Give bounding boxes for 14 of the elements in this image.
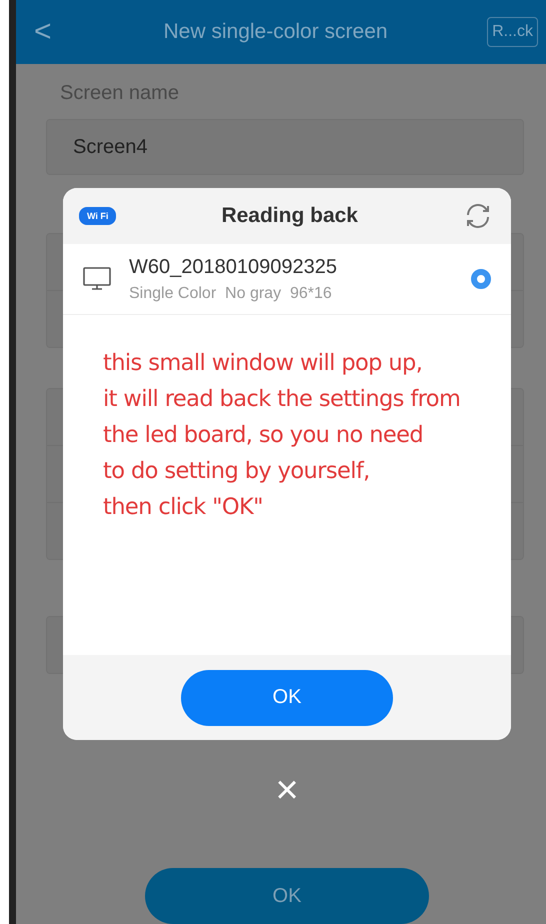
device-details: Single Color No gray 96*16: [129, 284, 333, 302]
ok-button[interactable]: OK: [181, 670, 393, 726]
wifi-badge: Wi Fi: [79, 207, 116, 225]
ok-button[interactable]: OK: [145, 868, 429, 924]
radio-button[interactable]: [471, 269, 491, 289]
screen-title: New single-color screen: [162, 20, 389, 44]
monitor-icon: [83, 267, 111, 291]
dialog-title: Reading back: [220, 204, 359, 228]
device-name: W60_20180109092325: [129, 256, 338, 278]
close-button[interactable]: ×: [271, 770, 303, 810]
read-back-button[interactable]: R...ck: [487, 17, 538, 47]
back-button[interactable]: <: [34, 15, 64, 49]
annotation-text: this small window will pop up, it will read back the settings from the led board, so you no need to do setting by yourself, then click "OK": [102, 349, 462, 522]
screen-name-field[interactable]: Screen4: [46, 119, 524, 175]
